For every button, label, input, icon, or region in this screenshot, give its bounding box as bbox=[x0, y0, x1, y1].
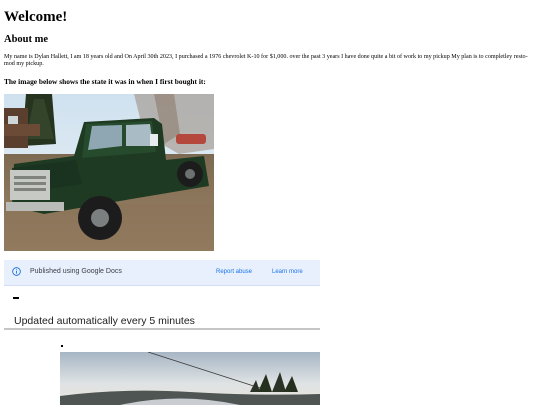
learn-more-link[interactable]: Learn more bbox=[272, 267, 303, 277]
divider-dash bbox=[13, 297, 19, 299]
photo-caption: The image below shows the state it was i… bbox=[4, 77, 206, 86]
landscape-photo bbox=[60, 352, 320, 405]
divider-rule bbox=[4, 328, 320, 330]
google-docs-banner: Published using Google Docs Report abuse… bbox=[4, 260, 320, 286]
bullet-dot bbox=[61, 345, 63, 347]
report-abuse-link[interactable]: Report abuse bbox=[216, 267, 252, 277]
truck-photo bbox=[4, 94, 214, 251]
about-heading: About me bbox=[4, 34, 49, 45]
page-title: Welcome! bbox=[4, 9, 68, 25]
published-label: Published using Google Docs bbox=[30, 268, 122, 275]
updated-label: Updated automatically every 5 minutes bbox=[14, 315, 195, 327]
info-icon bbox=[12, 267, 21, 276]
bio-paragraph: My name is Dylan Hallett, I am 18 years … bbox=[4, 54, 528, 68]
